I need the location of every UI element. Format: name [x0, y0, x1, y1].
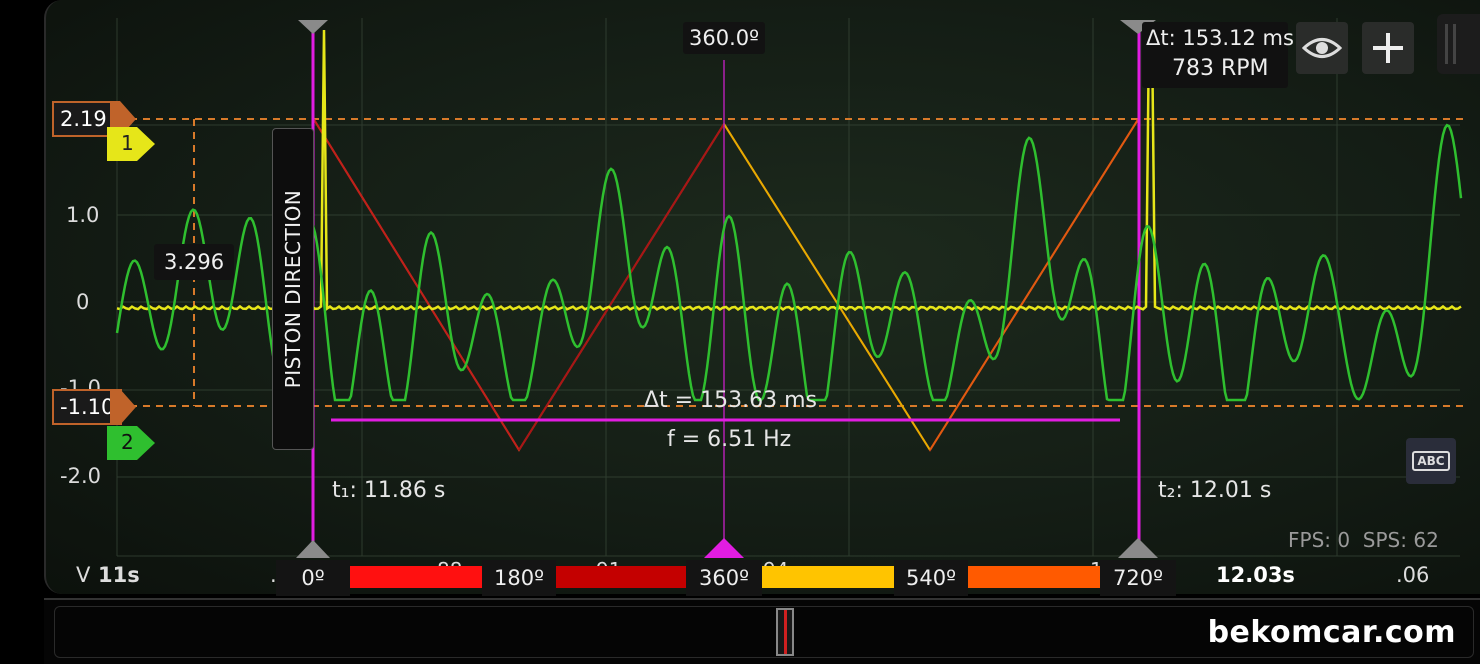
y-tick-0: 0	[76, 290, 90, 314]
degree-segment-180-360	[556, 566, 688, 588]
piston-direction-panel[interactable]: PISTON DIRECTION	[272, 128, 314, 450]
cursor-handle-bottom-mid	[704, 538, 744, 558]
delta-mid-label: Δt = 153.63 ms	[644, 388, 817, 413]
fps-sps-label: FPS: 0 SPS: 62	[1288, 528, 1439, 552]
degree-segment-540-720	[968, 566, 1100, 588]
piston-direction-label: PISTON DIRECTION	[281, 189, 305, 389]
x-axis-unit: V	[76, 563, 91, 587]
delta-top-label: Δt: 153.12 ms	[1146, 26, 1294, 50]
degree-label-360[interactable]: 360º	[686, 560, 762, 596]
waveform-plot[interactable]	[0, 0, 1480, 600]
channel-1-marker[interactable]: 1	[107, 127, 155, 161]
t2-label: t₂: 12.01 s	[1158, 478, 1272, 503]
channel-2-trace	[115, 123, 1463, 402]
side-panel-handle[interactable]	[1437, 14, 1480, 74]
plus-icon	[1373, 33, 1403, 63]
frequency-label: f = 6.51 Hz	[667, 427, 792, 452]
oscilloscope-app: 1.0 0 -1.0 -2.0 2.19 -1.10 1 2 3.296 PIS…	[0, 0, 1480, 664]
t1-label: t₁: 11.86 s	[332, 478, 446, 503]
timeline-overview[interactable]: bekomcar.com	[44, 598, 1480, 664]
abc-icon: ABC	[1412, 451, 1450, 471]
degree-segment-360-540	[762, 566, 894, 588]
x-tick-right: .06	[1396, 563, 1430, 587]
degree-label-0[interactable]: 0º	[276, 560, 350, 596]
cursor-value-tag: 3.296	[154, 244, 235, 280]
cursor-tag-high[interactable]: 2.19	[52, 101, 115, 137]
timeline-position-marker	[784, 610, 787, 654]
degree-segment-0-180	[350, 566, 482, 588]
cursor-tag-low-arrow	[110, 389, 136, 425]
grid	[116, 18, 1460, 557]
timeline-window-handle[interactable]	[776, 608, 794, 656]
add-button[interactable]	[1362, 22, 1414, 74]
y-tick-1: 1.0	[66, 203, 100, 227]
x-tick-bold: 12.03s	[1216, 563, 1295, 587]
degree-label-720[interactable]: 720º	[1100, 560, 1176, 596]
rpm-label: 783 RPM	[1172, 56, 1269, 81]
cursor-handle-bottom-right	[1118, 538, 1158, 558]
eye-icon	[1302, 38, 1342, 58]
degree-label-180[interactable]: 180º	[482, 560, 556, 596]
watermark: bekomcar.com	[1207, 615, 1456, 650]
cursor-handle-bottom-left	[296, 540, 330, 558]
y-tick-minus-2: -2.0	[60, 464, 101, 488]
rpm-box: Δt: 153.12 ms 783 RPM	[1142, 22, 1294, 88]
x-tick-left: 11s	[98, 563, 140, 587]
handle-grip-icon	[1445, 24, 1456, 64]
text-annotation-button[interactable]: ABC	[1406, 438, 1456, 484]
channel-2-marker[interactable]: 2	[107, 426, 155, 460]
angle-top-label: 360.0º	[683, 22, 766, 54]
visibility-button[interactable]	[1296, 22, 1348, 74]
degree-label-540[interactable]: 540º	[894, 560, 968, 596]
